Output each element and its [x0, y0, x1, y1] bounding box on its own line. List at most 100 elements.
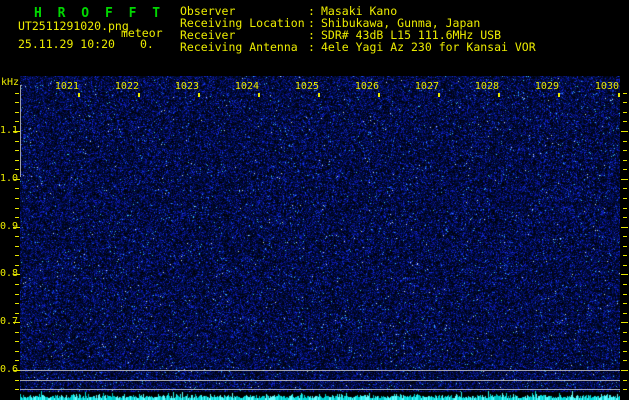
y-tick-right: [623, 341, 627, 342]
y-tick-left: [15, 294, 19, 295]
x-tick-label: 1024: [234, 81, 259, 92]
y-tick-left: [15, 150, 19, 151]
y-tick-left: [15, 332, 19, 333]
y-tick-left: [15, 313, 19, 314]
y-tick-right: [623, 246, 627, 247]
x-tick-label: 1023: [174, 81, 199, 92]
y-tick-left: [15, 141, 19, 142]
y-tick-right: [623, 294, 627, 295]
hrofft-screen: H R O F F T UT2511291020.png meteor 25.1…: [0, 0, 629, 400]
y-tick-right: [623, 102, 627, 103]
plot-left-edge-line: [20, 85, 21, 177]
y-tick-left: [15, 389, 19, 390]
y-tick-right: [623, 303, 627, 304]
y-tick-right: [623, 380, 627, 381]
y-tick-right: [621, 227, 628, 228]
y-tick-left: [15, 341, 19, 342]
x-tick-label: 1027: [414, 81, 439, 92]
y-tick-left: [13, 179, 20, 180]
x-minute-tick: [78, 93, 80, 97]
y-tick-left: [13, 322, 20, 323]
y-tick-left: [13, 370, 20, 371]
y-tick-label: 1.0: [0, 172, 19, 184]
y-tick-left: [13, 131, 20, 132]
y-tick-left: [15, 255, 19, 256]
echo-count: 0.: [140, 37, 154, 51]
y-tick-left: [13, 227, 20, 228]
y-tick-right: [623, 160, 627, 161]
reference-line: [20, 380, 620, 381]
x-minute-tick: [498, 93, 500, 97]
x-minute-tick: [438, 93, 440, 97]
y-tick-right: [623, 313, 627, 314]
x-minute-tick: [618, 93, 620, 97]
y-tick-right: [621, 179, 628, 180]
capture-datetime: 25.11.29 10:20: [18, 37, 115, 51]
info-label: Receiving Antenna: [180, 40, 298, 54]
y-tick-left: [15, 169, 19, 170]
y-tick-right: [623, 208, 627, 209]
x-tick-label: 1030: [594, 81, 619, 92]
y-tick-label: 0.6: [0, 364, 19, 375]
y-tick-left: [15, 208, 19, 209]
x-minute-tick: [198, 93, 200, 97]
y-tick-left: [15, 112, 19, 113]
y-tick-label: 0.9: [0, 220, 19, 232]
y-tick-left: [13, 274, 20, 275]
y-tick-right: [623, 351, 627, 352]
y-tick-right: [621, 370, 628, 371]
y-tick-right: [623, 121, 627, 122]
y-tick-right: [623, 265, 627, 266]
y-tick-right: [623, 389, 627, 390]
y-tick-left: [15, 121, 19, 122]
y-tick-left: [15, 236, 19, 237]
info-row-antenna: Receiving Antenna:4ele Yagi Az 230 for K…: [180, 41, 536, 53]
x-tick-label: 1025: [294, 81, 319, 92]
y-tick-left: [15, 303, 19, 304]
capture-filename: UT2511291020.png: [18, 19, 129, 33]
y-tick-left: [15, 360, 19, 361]
spectrogram-canvas: [20, 76, 620, 400]
y-tick-left: [15, 217, 19, 218]
x-tick-label: 1022: [114, 81, 139, 92]
y-tick-right: [621, 131, 628, 132]
y-tick-right: [623, 236, 627, 237]
station-info: Observer: Masaki Kano Receiving Location:…: [180, 5, 536, 53]
y-tick-label: 1.1: [0, 125, 19, 136]
y-tick-left: [15, 198, 19, 199]
y-tick-right: [623, 360, 627, 361]
y-tick-right: [623, 169, 627, 170]
x-tick-label: 1029: [534, 81, 559, 92]
y-tick-right: [623, 112, 627, 113]
x-minute-tick: [378, 93, 380, 97]
y-tick-right: [623, 217, 627, 218]
y-tick-left: [15, 93, 19, 94]
y-tick-left: [15, 102, 19, 103]
y-tick-right: [623, 188, 627, 189]
y-tick-left: [15, 380, 19, 381]
y-tick-right: [623, 284, 627, 285]
y-tick-right: [623, 150, 627, 151]
x-minute-tick: [258, 93, 260, 97]
y-tick-label: 0.7: [0, 316, 19, 328]
x-minute-tick: [138, 93, 140, 97]
y-tick-label: 0.8: [0, 268, 19, 280]
y-tick-right: [623, 332, 627, 333]
y-tick-right: [623, 198, 627, 199]
y-tick-left: [15, 188, 19, 189]
y-tick-right: [621, 274, 628, 275]
y-tick-left: [15, 246, 19, 247]
y-tick-right: [623, 93, 627, 94]
reference-line: [20, 389, 620, 390]
x-tick-label: 1028: [474, 81, 499, 92]
x-tick-label: 1026: [354, 81, 379, 92]
y-axis-unit: kHz: [1, 77, 20, 88]
x-minute-tick: [558, 93, 560, 97]
x-minute-tick: [318, 93, 320, 97]
y-tick-right: [623, 255, 627, 256]
x-tick-label: 1021: [54, 81, 79, 92]
info-value: 4ele Yagi Az 230 for Kansai VOR: [321, 40, 536, 54]
y-tick-left: [15, 351, 19, 352]
reference-line: [20, 370, 620, 371]
y-tick-left: [15, 284, 19, 285]
